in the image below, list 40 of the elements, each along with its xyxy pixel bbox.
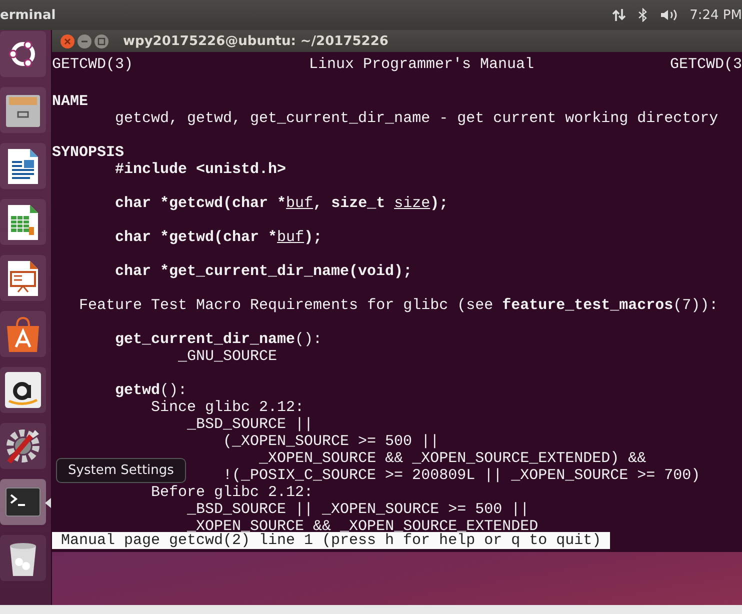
window-title: wpy20175226@ubuntu: ~/20175226 bbox=[123, 34, 388, 48]
app-name: erminal bbox=[0, 8, 56, 22]
man-line: Feature Test Macro Requirements for glibc (see feature_test_macros(7)): bbox=[79, 297, 718, 314]
launcher-item[interactable] bbox=[0, 367, 46, 413]
man-line: char *getcwd(char *buf, size_t size); bbox=[115, 195, 448, 212]
close-button[interactable] bbox=[60, 34, 75, 48]
launcher-item[interactable] bbox=[0, 535, 46, 581]
man-header-right: GETCWD(3 bbox=[670, 56, 742, 73]
man-line: SYNOPSIS bbox=[52, 144, 124, 161]
volume-icon[interactable] bbox=[660, 8, 678, 22]
man-line: Before glibc 2.12: bbox=[151, 484, 314, 501]
man-header-left: GETCWD(3) bbox=[52, 56, 134, 73]
launcher-item[interactable] bbox=[0, 143, 46, 189]
launcher-item[interactable] bbox=[0, 199, 46, 245]
maximize-button[interactable] bbox=[94, 34, 109, 48]
man-line: char *getwd(char *buf); bbox=[115, 229, 322, 246]
launcher-item[interactable] bbox=[0, 423, 46, 469]
tooltip: System Settings bbox=[56, 458, 186, 483]
letter-a-icon bbox=[3, 370, 43, 410]
man-line: _GNU_SOURCE bbox=[178, 348, 278, 365]
launcher-item[interactable] bbox=[0, 31, 46, 77]
minimize-button[interactable] bbox=[77, 34, 92, 48]
man-line: #include <unistd.h> bbox=[115, 161, 286, 178]
launcher-item[interactable] bbox=[0, 311, 46, 357]
bluetooth-icon[interactable] bbox=[638, 8, 648, 22]
man-line: !(_POSIX_C_SOURCE >= 200809L || _XOPEN_SOURCE >= 700) bbox=[223, 467, 700, 484]
man-line: _BSD_SOURCE || bbox=[187, 416, 314, 433]
man-line: getcwd, getwd, get_current_dir_name - get current working directory bbox=[115, 110, 718, 127]
man-header-title: Linux Programmer's Manual bbox=[308, 56, 534, 73]
man-line: get_current_dir_name(): bbox=[115, 331, 322, 348]
man-line: getwd(): bbox=[115, 382, 188, 399]
man-line: Since glibc 2.12: bbox=[151, 399, 304, 416]
man-line: _XOPEN_SOURCE && _XOPEN_SOURCE_EXTENDED) && bbox=[259, 450, 646, 467]
man-line: (_XOPEN_SOURCE >= 500 || bbox=[223, 433, 440, 450]
launcher-item[interactable] bbox=[0, 255, 46, 301]
man-line: _BSD_SOURCE || _XOPEN_SOURCE >= 500 || bbox=[187, 501, 530, 518]
man-line: NAME bbox=[52, 93, 88, 110]
clock[interactable]: 7:24 PM bbox=[690, 8, 742, 22]
man-line: char *get_current_dir_name(void); bbox=[115, 263, 412, 280]
network-arrows-icon[interactable] bbox=[612, 8, 626, 22]
